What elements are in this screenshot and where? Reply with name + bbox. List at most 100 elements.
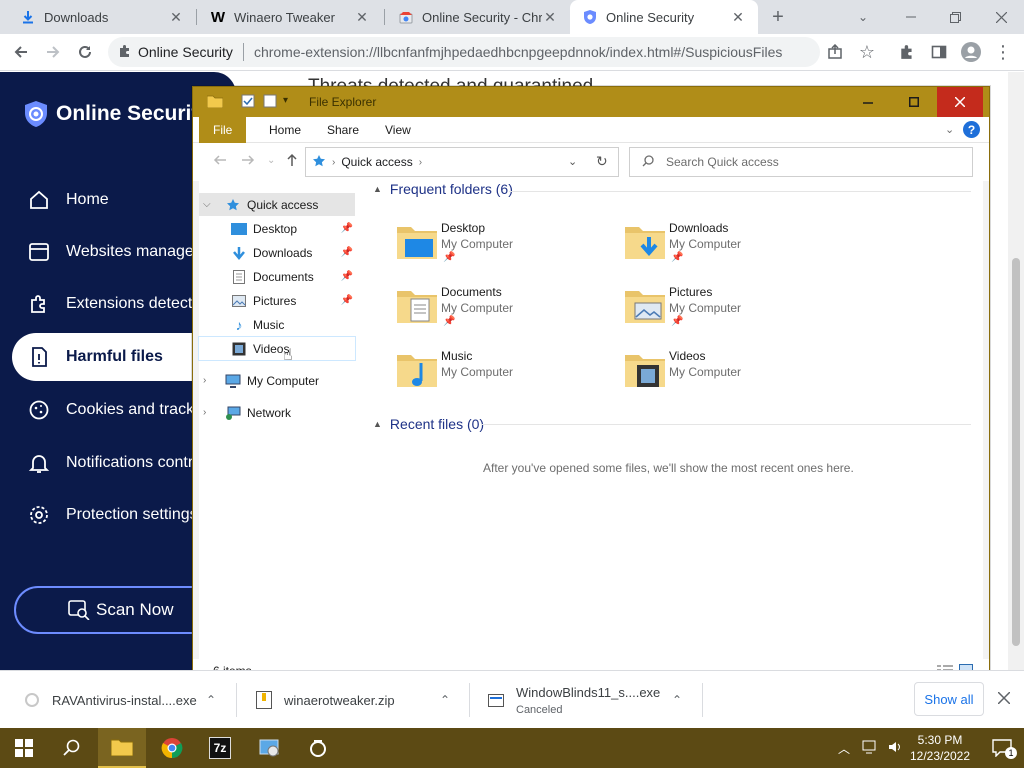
frequent-folders-header[interactable]: ▲ Frequent folders (6) — [373, 181, 513, 197]
7zip-taskbar-button[interactable]: 7z — [196, 728, 244, 768]
explorer-forward-icon[interactable] — [241, 153, 255, 170]
explorer-titlebar[interactable]: ▾ File Explorer — [193, 87, 989, 117]
circle-app-icon — [310, 740, 326, 757]
tab-file[interactable]: File — [199, 117, 247, 143]
close-icon[interactable]: ✕ — [730, 9, 746, 26]
tree-item-network[interactable]: › Network — [199, 401, 355, 424]
scrollbar-thumb[interactable] — [1012, 258, 1020, 646]
properties-qat-icon[interactable] — [241, 94, 255, 113]
download-item-windowblinds[interactable]: WindowBlinds11_s....exe Canceled ⌃ — [486, 671, 696, 729]
explorer-search-input[interactable]: Search Quick access — [629, 147, 973, 177]
collapse-caret-icon[interactable]: ▲ — [373, 419, 382, 429]
explorer-address-bar[interactable]: › Quick access › ⌄ ↻ — [305, 147, 619, 177]
folder-tile-downloads[interactable]: Downloads My Computer 📌 — [623, 219, 843, 277]
chevron-up-icon[interactable]: ⌃ — [206, 693, 216, 707]
close-icon[interactable]: ✕ — [542, 9, 558, 26]
new-tab-button[interactable]: + — [764, 0, 792, 34]
profile-avatar-icon[interactable] — [958, 39, 984, 65]
extension-puzzle-icon — [118, 44, 132, 61]
tree-item-pictures[interactable]: Pictures 📌 — [199, 289, 355, 312]
download-icon — [20, 9, 36, 25]
folder-tile-pictures[interactable]: Pictures My Computer 📌 — [623, 283, 843, 341]
search-taskbar-button[interactable] — [48, 728, 96, 768]
close-window-button[interactable] — [986, 0, 1016, 34]
folder-tile-music[interactable]: Music My Computer — [395, 347, 615, 405]
shield-icon — [582, 9, 598, 25]
share-icon[interactable] — [822, 39, 848, 65]
expand-chevron-icon[interactable]: ⌵ — [203, 199, 211, 210]
tab-online-security[interactable]: Online Security ✕ — [570, 0, 758, 34]
download-item-winaerotweaker[interactable]: winaerotweaker.zip ⌃ — [254, 671, 464, 729]
close-downloads-bar-icon[interactable] — [997, 691, 1011, 709]
tree-item-my-computer[interactable]: › My Computer — [199, 369, 355, 392]
extensions-icon[interactable] — [894, 39, 920, 65]
tree-item-documents[interactable]: Documents 📌 — [199, 265, 355, 288]
show-hidden-icons-chevron-icon[interactable]: ︿ — [838, 740, 850, 757]
pin-icon: 📌 — [340, 223, 353, 234]
restore-button[interactable] — [940, 0, 970, 34]
url-text: chrome-extension://llbcnfanfmjhpedaedhbc… — [253, 44, 783, 60]
chevron-up-icon[interactable]: ⌃ — [440, 693, 450, 707]
start-button[interactable] — [0, 728, 48, 768]
help-icon[interactable]: ? — [963, 121, 980, 138]
address-dropdown-icon[interactable]: ⌄ — [568, 155, 577, 168]
chrome-menu-icon[interactable]: ⋮ — [990, 39, 1016, 65]
up-arrow-icon[interactable] — [285, 153, 299, 170]
network-tray-icon[interactable] — [862, 740, 878, 757]
tree-item-videos[interactable]: Videos ☝ — [198, 336, 356, 364]
reload-button[interactable] — [72, 39, 98, 65]
recent-locations-chevron-icon[interactable]: ⌄ — [267, 155, 275, 166]
tab-home[interactable]: Home — [255, 117, 315, 143]
volume-icon[interactable] — [888, 740, 904, 757]
picture-icon — [231, 293, 247, 309]
refresh-icon[interactable]: ↻ — [596, 153, 608, 170]
app-circle-taskbar-button[interactable] — [294, 728, 342, 768]
tree-item-downloads[interactable]: Downloads 📌 — [199, 241, 355, 264]
explorer-close-button[interactable] — [937, 87, 983, 117]
tree-item-quick-access[interactable]: ⌵ Quick access — [199, 193, 355, 216]
download-item-ravantivirus[interactable]: RAVAntivirus-instal....exe ⌃ — [22, 671, 232, 729]
tab-downloads[interactable]: Downloads ✕ — [8, 0, 196, 34]
tab-chrome-store[interactable]: Online Security - Chro ✕ — [386, 0, 570, 34]
expand-ribbon-chevron-icon[interactable]: ⌄ — [945, 123, 954, 136]
new-folder-qat-icon[interactable] — [263, 94, 277, 113]
close-icon[interactable]: ✕ — [354, 9, 370, 26]
qat-dropdown-icon[interactable]: ▾ — [283, 95, 288, 106]
tree-item-music[interactable]: ♪ Music — [199, 313, 355, 336]
back-button[interactable] — [8, 39, 34, 65]
tab-view[interactable]: View — [371, 117, 425, 143]
forward-button[interactable] — [40, 39, 66, 65]
tab-winaero[interactable]: W Winaero Tweaker ✕ — [198, 0, 382, 34]
tree-item-desktop[interactable]: Desktop 📌 — [199, 217, 355, 240]
side-panel-icon[interactable] — [926, 39, 952, 65]
explorer-maximize-button[interactable] — [891, 87, 937, 117]
explorer-back-icon[interactable] — [213, 153, 227, 170]
nav-label: Harmful files — [66, 348, 163, 365]
tab-search-chevron-icon[interactable]: ⌄ — [848, 0, 878, 34]
close-icon[interactable]: ✕ — [168, 9, 184, 26]
folder-tile-videos[interactable]: Videos My Computer — [623, 347, 843, 405]
tab-share[interactable]: Share — [313, 117, 373, 143]
action-center-button[interactable]: 1 — [980, 728, 1024, 768]
exe-file-icon — [486, 690, 506, 710]
page-scrollbar[interactable] — [1008, 72, 1024, 670]
expand-chevron-icon[interactable]: › — [203, 407, 206, 418]
control-panel-taskbar-button[interactable] — [246, 728, 294, 768]
show-all-button[interactable]: Show all — [914, 682, 984, 716]
bookmark-star-icon[interactable]: ☆ — [854, 39, 880, 65]
collapse-caret-icon[interactable]: ▲ — [373, 184, 382, 194]
minimize-button[interactable] — [896, 0, 926, 34]
chrome-taskbar-button[interactable] — [148, 728, 196, 768]
file-explorer-taskbar-button[interactable] — [98, 728, 146, 768]
browser-tab-strip: Downloads ✕ W Winaero Tweaker ✕ Online S… — [0, 0, 1024, 34]
recent-files-header[interactable]: ▲ Recent files (0) — [373, 416, 484, 432]
folder-tile-documents[interactable]: Documents My Computer 📌 — [395, 283, 615, 341]
windows-logo-icon — [15, 739, 33, 757]
taskbar-clock[interactable]: 5:30 PM 12/23/2022 — [904, 732, 976, 764]
explorer-minimize-button[interactable] — [845, 87, 891, 117]
folder-tile-desktop[interactable]: Desktop My Computer 📌 — [395, 219, 615, 277]
chevron-up-icon[interactable]: ⌃ — [672, 693, 682, 707]
shield-logo-icon — [25, 101, 47, 127]
expand-chevron-icon[interactable]: › — [203, 375, 206, 386]
address-bar[interactable]: Online Security chrome-extension://llbcn… — [108, 37, 820, 67]
